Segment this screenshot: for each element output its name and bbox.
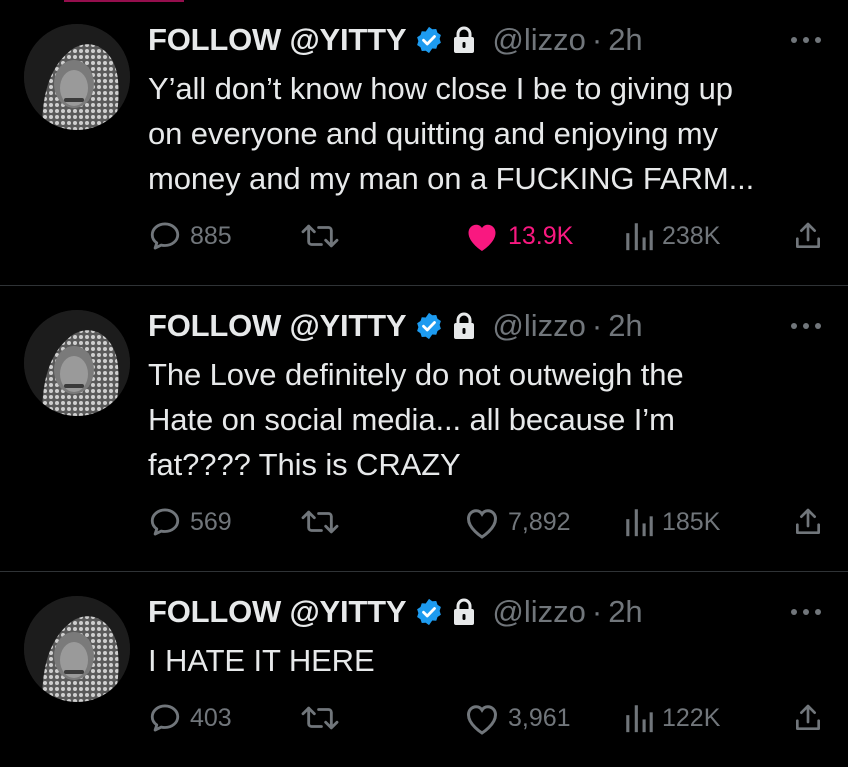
views-bars-icon bbox=[626, 705, 653, 733]
action-bar: 569 7,892 185K bbox=[148, 502, 838, 542]
retweet-button[interactable] bbox=[300, 216, 340, 256]
view-count: 185K bbox=[662, 507, 721, 536]
verified-badge-icon bbox=[414, 25, 444, 55]
handle[interactable]: @lizzo bbox=[492, 22, 585, 58]
lock-icon bbox=[452, 25, 478, 55]
like-count: 13.9K bbox=[508, 221, 574, 250]
views-button[interactable]: 238K bbox=[624, 216, 720, 256]
display-name[interactable]: FOLLOW @YITTY bbox=[148, 594, 407, 630]
tweet-text: I HATE IT HERE bbox=[148, 638, 828, 683]
reply-button[interactable]: 885 bbox=[148, 216, 232, 256]
tweet-text: Y’all don’t know how close I be to givin… bbox=[148, 66, 828, 201]
verified-badge-icon bbox=[414, 311, 444, 341]
retweet-icon bbox=[301, 510, 339, 534]
heart-icon bbox=[468, 224, 496, 251]
lock-icon bbox=[452, 597, 478, 627]
share-button[interactable] bbox=[792, 502, 824, 542]
tweet-text-line: money and my man on a FUCKING FARM... bbox=[148, 161, 755, 196]
verified-badge-icon bbox=[414, 597, 444, 627]
reply-button[interactable]: 569 bbox=[148, 502, 232, 542]
share-button[interactable] bbox=[792, 698, 824, 738]
share-icon bbox=[796, 222, 820, 248]
reply-button[interactable]: 403 bbox=[148, 698, 232, 738]
tweet-text-line: Hate on social media... all because I’m bbox=[148, 402, 675, 437]
separator-dot: · bbox=[591, 22, 603, 57]
tweet-1[interactable]: FOLLOW @YITTY @lizzo · 2h Y’all don’t kn… bbox=[0, 0, 848, 284]
retweet-button[interactable] bbox=[300, 698, 340, 738]
reply-count: 885 bbox=[190, 221, 232, 250]
avatar[interactable] bbox=[24, 310, 130, 416]
tweet-text: The Love definitely do not outweigh the … bbox=[148, 352, 828, 487]
like-count: 3,961 bbox=[508, 703, 571, 732]
display-name[interactable]: FOLLOW @YITTY bbox=[148, 22, 407, 58]
share-button[interactable] bbox=[792, 216, 824, 256]
tweet-header: FOLLOW @YITTY @lizzo · 2h bbox=[148, 592, 643, 632]
retweet-icon bbox=[301, 224, 339, 248]
handle[interactable]: @lizzo bbox=[492, 308, 585, 344]
tweet-3[interactable]: FOLLOW @YITTY @lizzo · 2h I HATE IT HERE… bbox=[0, 572, 848, 767]
action-bar: 403 3,961 122K bbox=[148, 698, 838, 738]
separator-dot: · bbox=[591, 594, 603, 629]
reply-bubble-icon bbox=[150, 222, 180, 250]
heart-icon bbox=[466, 705, 498, 735]
handle[interactable]: @lizzo bbox=[492, 594, 585, 630]
tweet-text-line: I HATE IT HERE bbox=[148, 643, 375, 678]
reply-count: 569 bbox=[190, 507, 232, 536]
more-dots-icon[interactable] bbox=[786, 600, 826, 624]
reply-bubble-icon bbox=[150, 704, 180, 732]
share-icon bbox=[796, 704, 820, 730]
separator-dot: · bbox=[591, 308, 603, 343]
share-icon bbox=[796, 508, 820, 534]
like-button[interactable]: 13.9K bbox=[464, 216, 573, 256]
avatar[interactable] bbox=[24, 596, 130, 702]
like-button[interactable]: 7,892 bbox=[464, 502, 571, 542]
retweet-icon bbox=[301, 706, 339, 730]
tweet-text-line: The Love definitely do not outweigh the bbox=[148, 357, 684, 392]
view-count: 122K bbox=[662, 703, 721, 732]
tweet-text-line: fat???? This is CRAZY bbox=[148, 447, 461, 482]
tweet-header: FOLLOW @YITTY @lizzo · 2h bbox=[148, 306, 643, 346]
timestamp[interactable]: 2h bbox=[608, 594, 642, 630]
views-bars-icon bbox=[626, 509, 653, 537]
more-dots-icon[interactable] bbox=[786, 28, 826, 52]
like-count: 7,892 bbox=[508, 507, 571, 536]
timestamp[interactable]: 2h bbox=[608, 308, 642, 344]
views-bars-icon bbox=[626, 223, 653, 251]
views-button[interactable]: 185K bbox=[624, 502, 720, 542]
view-count: 238K bbox=[662, 221, 721, 250]
more-dots-icon[interactable] bbox=[786, 314, 826, 338]
retweet-button[interactable] bbox=[300, 502, 340, 542]
avatar[interactable] bbox=[24, 24, 130, 130]
tweet-text-line: Y’all don’t know how close I be to givin… bbox=[148, 71, 733, 106]
tweet-2[interactable]: FOLLOW @YITTY @lizzo · 2h The Love defin… bbox=[0, 286, 848, 570]
views-button[interactable]: 122K bbox=[624, 698, 720, 738]
heart-icon bbox=[466, 509, 498, 539]
timestamp[interactable]: 2h bbox=[608, 22, 642, 58]
reply-count: 403 bbox=[190, 703, 232, 732]
like-button[interactable]: 3,961 bbox=[464, 698, 571, 738]
lock-icon bbox=[452, 311, 478, 341]
action-bar: 885 13.9K 238K bbox=[148, 216, 838, 256]
tweet-header: FOLLOW @YITTY @lizzo · 2h bbox=[148, 20, 643, 60]
display-name[interactable]: FOLLOW @YITTY bbox=[148, 308, 407, 344]
tweet-text-line: on everyone and quitting and enjoying my bbox=[148, 116, 718, 151]
reply-bubble-icon bbox=[150, 508, 180, 536]
